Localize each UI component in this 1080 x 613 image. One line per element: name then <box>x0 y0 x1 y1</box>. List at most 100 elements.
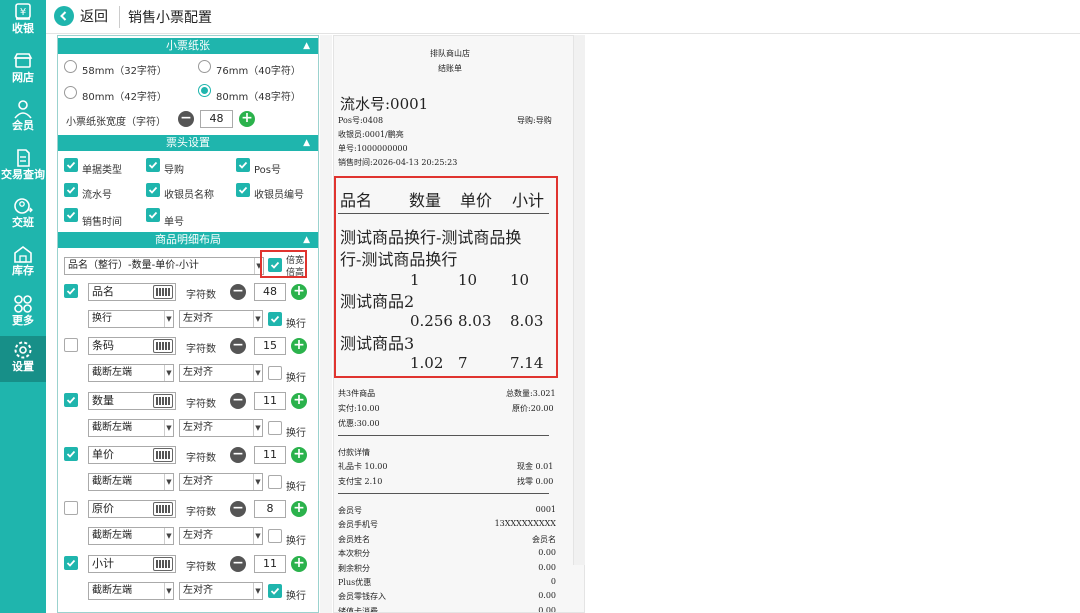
align-select[interactable]: 左对齐 ▼ <box>179 527 263 545</box>
wrap-checkbox[interactable] <box>268 584 282 598</box>
keyboard-icon[interactable] <box>153 502 173 516</box>
overflow-mode-select[interactable]: 截断左端 ▼ <box>88 364 174 382</box>
char-count-increment-button[interactable]: + <box>291 556 307 572</box>
checkbox-doc-type[interactable] <box>64 158 78 172</box>
sidebar-item-online-store[interactable]: 网店 <box>0 48 46 100</box>
wrap-checkbox[interactable] <box>268 421 282 435</box>
char-count-input[interactable]: 15 <box>254 337 286 355</box>
checkbox-label: 流水号 <box>82 190 112 201</box>
wrap-checkbox[interactable] <box>268 312 282 326</box>
checkbox-double-width[interactable] <box>268 258 282 272</box>
check-icon <box>148 186 158 194</box>
checkbox-serial-no[interactable] <box>64 183 78 197</box>
char-count-decrement-button[interactable]: − <box>230 447 246 463</box>
select-value: 左对齐 <box>183 476 213 487</box>
keyboard-icon[interactable] <box>153 285 173 299</box>
paper-width-increment-button[interactable]: + <box>239 111 255 127</box>
radio-76mm[interactable] <box>198 60 211 73</box>
check-icon <box>270 315 280 323</box>
wrap-checkbox[interactable] <box>268 366 282 380</box>
radio-80mm-42[interactable] <box>64 86 77 99</box>
field-enable-checkbox[interactable] <box>64 556 78 570</box>
sidebar-item-transaction-query[interactable]: 交易查询 <box>0 146 46 198</box>
field-enable-checkbox[interactable] <box>64 447 78 461</box>
paper-width-decrement-button[interactable]: − <box>178 111 194 127</box>
align-select[interactable]: 左对齐 ▼ <box>179 582 263 600</box>
panel-scrollbar[interactable] <box>320 35 332 613</box>
sidebar-item-settings[interactable]: 设置 <box>0 336 46 382</box>
radio-label: 80mm（42字符） <box>82 92 167 103</box>
overflow-mode-select[interactable]: 截断左端 ▼ <box>88 527 174 545</box>
checkbox-cashier-name[interactable] <box>146 183 160 197</box>
char-count-decrement-button[interactable]: − <box>230 556 246 572</box>
sidebar-item-label: 更多 <box>12 314 34 327</box>
keyboard-icon[interactable] <box>153 394 173 408</box>
section-header-paper[interactable]: 小票纸张 ▲ <box>58 38 318 54</box>
char-count-decrement-button[interactable]: − <box>230 393 246 409</box>
checkbox-order-no[interactable] <box>146 208 160 222</box>
radio-58mm[interactable] <box>64 60 77 73</box>
sidebar-item-member[interactable]: 会员 <box>0 96 46 148</box>
back-button[interactable]: 返回 <box>54 5 108 27</box>
field-enable-checkbox[interactable] <box>64 284 78 298</box>
collapse-icon[interactable]: ▲ <box>303 232 310 248</box>
char-count-decrement-button[interactable]: − <box>230 501 246 517</box>
wrap-checkbox[interactable] <box>268 475 282 489</box>
align-select[interactable]: 左对齐 ▼ <box>179 419 263 437</box>
char-count-increment-button[interactable]: + <box>291 284 307 300</box>
char-count-decrement-button[interactable]: − <box>230 338 246 354</box>
preview-scrollbar[interactable] <box>573 35 585 565</box>
checkbox-cashier-no[interactable] <box>236 183 250 197</box>
overflow-mode-select[interactable]: 截断左端 ▼ <box>88 419 174 437</box>
char-count-increment-button[interactable]: + <box>291 501 307 517</box>
checkbox-guide[interactable] <box>146 158 160 172</box>
field-enable-checkbox[interactable] <box>64 393 78 407</box>
receipt-cash: 现金 0.01 <box>517 462 554 471</box>
receipt-col-qty: 数量 <box>409 191 442 210</box>
char-count-increment-button[interactable]: + <box>291 338 307 354</box>
char-count-input[interactable]: 11 <box>254 392 286 410</box>
field-enable-checkbox[interactable] <box>64 338 78 352</box>
layout-select[interactable]: 品名（整行）-数量-单价-小计 ▼ <box>64 257 264 275</box>
checkbox-pos-no[interactable] <box>236 158 250 172</box>
keyboard-icon[interactable] <box>153 448 173 462</box>
sidebar-item-inventory[interactable]: 库存 <box>0 242 46 294</box>
checkbox-sale-time[interactable] <box>64 208 78 222</box>
keyboard-icon[interactable] <box>153 339 173 353</box>
chevron-down-icon: ▼ <box>164 365 173 381</box>
select-value: 左对齐 <box>183 422 213 433</box>
field-enable-checkbox[interactable] <box>64 501 78 515</box>
char-count-input[interactable]: 11 <box>254 446 286 464</box>
section-header-detail-layout[interactable]: 商品明细布局 ▲ <box>58 232 318 248</box>
sidebar-item-shift-handover[interactable]: 交班 <box>0 194 46 246</box>
wrap-checkbox[interactable] <box>268 529 282 543</box>
overflow-mode-select[interactable]: 截断左端 ▼ <box>88 473 174 491</box>
char-count-increment-button[interactable]: + <box>291 447 307 463</box>
paper-width-input[interactable]: 48 <box>200 110 233 128</box>
overflow-mode-select[interactable]: 换行 ▼ <box>88 310 174 328</box>
receipt-member-label: 会员姓名 <box>338 535 370 544</box>
align-select[interactable]: 左对齐 ▼ <box>179 310 263 328</box>
align-select[interactable]: 左对齐 ▼ <box>179 364 263 382</box>
wrap-label: 换行 <box>286 536 306 547</box>
overflow-mode-select[interactable]: 截断左端 ▼ <box>88 582 174 600</box>
char-count-input[interactable]: 48 <box>254 283 286 301</box>
check-icon <box>66 161 76 169</box>
char-count-decrement-button[interactable]: − <box>230 284 246 300</box>
section-header-receipt-header[interactable]: 票头设置 ▲ <box>58 135 318 151</box>
keyboard-icon[interactable] <box>153 557 173 571</box>
more-icon <box>14 295 32 313</box>
collapse-icon[interactable]: ▲ <box>303 38 310 54</box>
radio-80mm-48[interactable] <box>198 84 211 97</box>
receipt-guide: 导购:导购 <box>517 116 552 125</box>
char-count-input[interactable]: 11 <box>254 555 286 573</box>
char-count-input[interactable]: 8 <box>254 500 286 518</box>
wrap-label: 换行 <box>286 482 306 493</box>
radio-label: 58mm（32字符） <box>82 66 167 77</box>
char-count-increment-button[interactable]: + <box>291 393 307 409</box>
receipt-member-value: 0.00 <box>538 606 556 613</box>
align-select[interactable]: 左对齐 ▼ <box>179 473 263 491</box>
sidebar-item-cashier[interactable]: ¥ 收银 <box>0 0 46 52</box>
collapse-icon[interactable]: ▲ <box>303 135 310 151</box>
checkbox-label: 收银员编号 <box>254 190 304 201</box>
